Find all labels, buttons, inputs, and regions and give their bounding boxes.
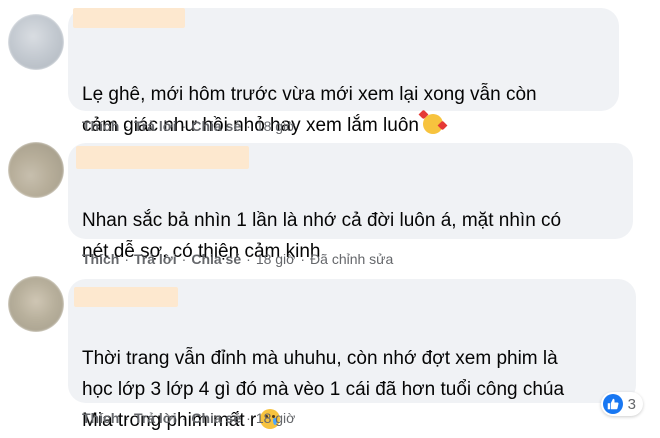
reply-button[interactable]: Trả lời <box>134 410 177 426</box>
like-button[interactable]: Thích <box>82 118 119 134</box>
separator-dot: · <box>181 410 187 426</box>
share-button[interactable]: Chia sẻ <box>191 410 241 426</box>
smiling-face-with-hearts-icon <box>422 114 443 134</box>
separator-dot: · <box>246 118 251 134</box>
comment-bubble: Lẹ ghê, mới hôm trước vừa mới xem lại xo… <box>68 8 619 136</box>
separator-dot: · <box>300 251 306 267</box>
timestamp[interactable]: 18 giờ <box>256 251 296 267</box>
separator-dot: · <box>124 118 130 134</box>
comment-actions: Thích · Trả lời · Chia sẻ · 18 giờ · Đã chỉnh sử… <box>82 249 393 269</box>
comment-bubble: Thời trang vẫn đỉnh mà uhuhu, còn nhớ đợ… <box>68 279 643 431</box>
avatar[interactable] <box>8 142 64 198</box>
redacted-author-name[interactable] <box>76 146 249 169</box>
like-button[interactable]: Thích <box>82 251 119 267</box>
reaction-count: 3 <box>627 395 636 413</box>
redacted-author-name[interactable] <box>73 8 185 28</box>
edited-label[interactable]: Đã chỉnh sửa <box>310 251 393 267</box>
share-button[interactable]: Chia sẻ <box>191 118 241 134</box>
like-icon <box>602 394 623 414</box>
like-button[interactable]: Thích <box>82 410 119 426</box>
comment-actions: Thích · Trả lời · Chia sẻ · 18 giờ <box>82 116 295 136</box>
timestamp[interactable]: 18 giờ <box>256 410 296 426</box>
share-button[interactable]: Chia sẻ <box>191 251 241 267</box>
redacted-author-name[interactable] <box>74 287 178 307</box>
avatar[interactable] <box>8 14 64 70</box>
avatar[interactable] <box>8 276 64 332</box>
separator-dot: · <box>124 410 130 426</box>
comment-bubble: Nhan sắc bả nhìn 1 lần là nhớ cả đời luô… <box>68 143 633 262</box>
separator-dot: · <box>124 251 130 267</box>
separator-dot: · <box>181 118 187 134</box>
separator-dot: · <box>246 251 251 267</box>
separator-dot: · <box>181 251 187 267</box>
reply-button[interactable]: Trả lời <box>134 251 177 267</box>
thumbs-up-glyph <box>607 398 619 410</box>
reaction-summary[interactable]: 3 <box>600 392 643 416</box>
comment-actions: Thích · Trả lời · Chia sẻ · 18 giờ <box>82 408 295 428</box>
separator-dot: · <box>246 410 251 426</box>
timestamp[interactable]: 18 giờ <box>256 118 296 134</box>
reply-button[interactable]: Trả lời <box>134 118 177 134</box>
